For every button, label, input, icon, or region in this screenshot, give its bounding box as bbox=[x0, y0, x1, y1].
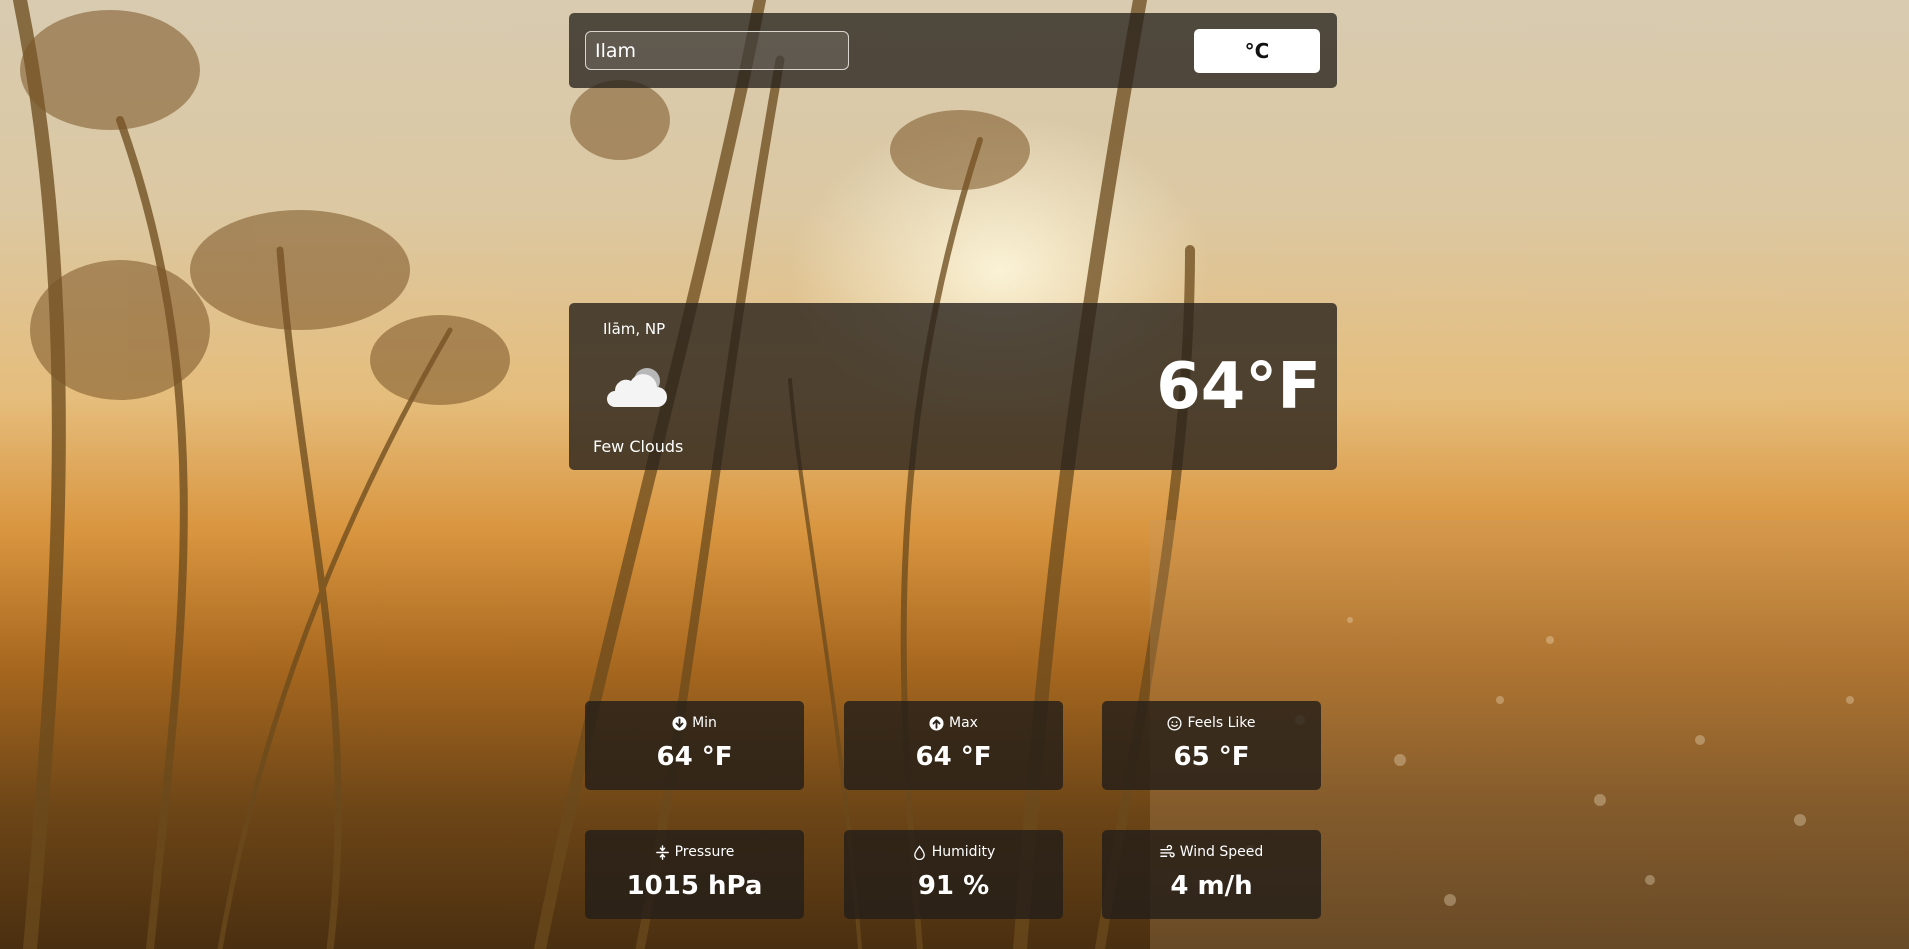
background-scenery bbox=[13, 0, 1909, 949]
stat-value-humidity: 91 % bbox=[917, 871, 990, 901]
stat-label-max: Max bbox=[949, 715, 978, 731]
stat-card-max: Max 64 °F bbox=[844, 701, 1063, 790]
stat-value-min: 64 °F bbox=[656, 742, 733, 772]
stat-card-feels-like: Feels Like 65 °F bbox=[1102, 701, 1321, 790]
smile-icon bbox=[1167, 715, 1183, 731]
unit-toggle-button[interactable]: °C bbox=[1194, 29, 1320, 73]
arrow-up-circle-icon bbox=[929, 715, 944, 731]
stat-label-wind-speed: Wind Speed bbox=[1179, 844, 1264, 860]
city-search-input[interactable] bbox=[585, 31, 849, 70]
stat-card-wind-speed: Wind Speed 4 m/h bbox=[1102, 830, 1321, 919]
weather-condition: Few Clouds bbox=[593, 437, 684, 456]
location-label: Ilām, NP bbox=[603, 320, 666, 338]
stat-value-wind-speed: 4 m/h bbox=[1170, 871, 1253, 901]
droplet-icon bbox=[913, 844, 925, 860]
current-weather-card: Ilām, NP Few Clouds 64°F bbox=[569, 303, 1337, 470]
stat-value-feels-like: 65 °F bbox=[1173, 742, 1250, 772]
arrow-down-circle-icon bbox=[672, 715, 687, 731]
stat-label-feels-like: Feels Like bbox=[1187, 715, 1256, 731]
stat-card-humidity: Humidity 91 % bbox=[844, 830, 1063, 919]
stat-value-max: 64 °F bbox=[915, 742, 992, 772]
stat-label-pressure: Pressure bbox=[674, 844, 735, 860]
stat-label-humidity: Humidity bbox=[931, 844, 996, 860]
compress-icon bbox=[655, 844, 669, 860]
stat-value-pressure: 1015 hPa bbox=[626, 871, 763, 901]
stat-card-min: Min 64 °F bbox=[585, 701, 804, 790]
stat-label-min: Min bbox=[692, 715, 717, 731]
wind-icon bbox=[1159, 844, 1175, 857]
few-clouds-icon bbox=[607, 368, 667, 407]
search-bar: °C bbox=[569, 13, 1337, 88]
current-temperature: 64°F bbox=[1156, 350, 1321, 424]
stat-card-pressure: Pressure 1015 hPa bbox=[585, 830, 804, 919]
